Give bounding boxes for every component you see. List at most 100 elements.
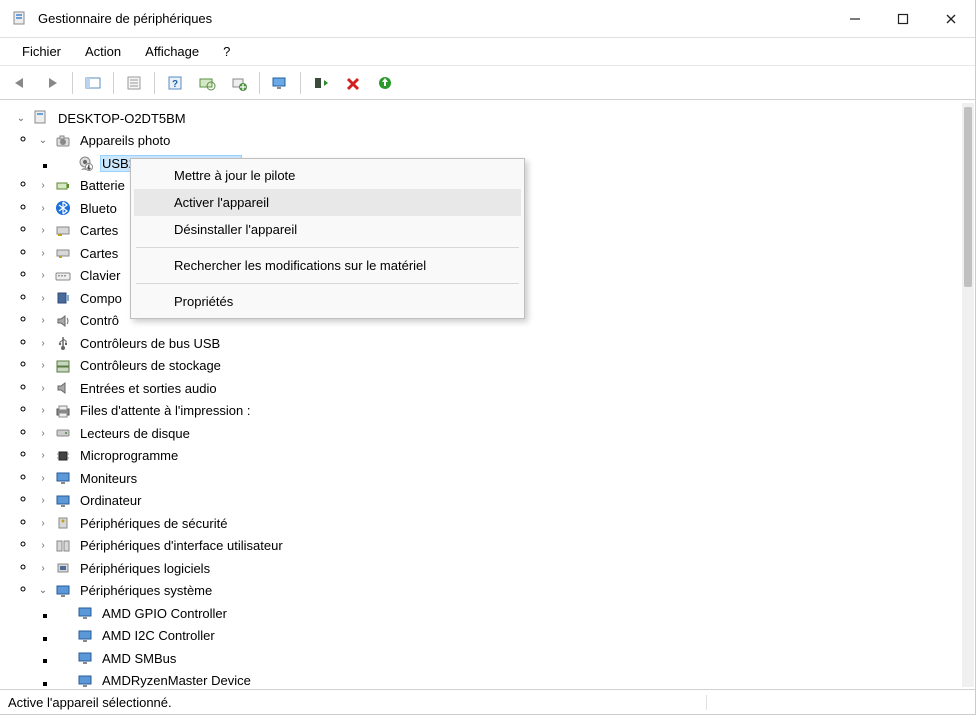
computer-node[interactable]: › Ordinateur (36, 490, 975, 513)
keyboard-icon (54, 267, 72, 285)
chevron-right-icon[interactable]: › (36, 516, 50, 530)
firmware-node[interactable]: › Microprogramme (36, 445, 975, 468)
chevron-down-icon[interactable]: ⌄ (14, 111, 28, 125)
storage-controllers-node[interactable]: › Contrôleurs de stockage (36, 355, 975, 378)
system-device-icon (76, 649, 94, 667)
system-device-item[interactable]: AMD SMBus (58, 647, 975, 670)
disk-drive-icon (54, 424, 72, 442)
update-driver-button[interactable] (225, 70, 253, 96)
speaker-icon (54, 312, 72, 330)
system-device-item[interactable]: AMD GPIO Controller (58, 602, 975, 625)
chevron-right-icon[interactable]: › (36, 471, 50, 485)
tree-pane: ⌄ DESKTOP-O2DT5BM ⌄ Appareils photo (0, 100, 975, 689)
bluetooth-icon (54, 199, 72, 217)
cm-uninstall-device[interactable]: Désinstaller l'appareil (134, 216, 521, 243)
window-controls (831, 0, 975, 37)
cameras-node[interactable]: ⌄ Appareils photo (36, 130, 975, 153)
statusbar: Active l'appareil sélectionné. (0, 689, 975, 714)
chevron-down-icon[interactable]: ⌄ (36, 134, 50, 148)
security-devices-node[interactable]: › Périphériques de sécurité (36, 512, 975, 535)
help-button[interactable]: ? (161, 70, 189, 96)
print-queues-node[interactable]: › Files d'attente à l'impression : (36, 400, 975, 423)
chevron-right-icon[interactable]: › (36, 179, 50, 193)
chevron-right-icon[interactable]: › (36, 269, 50, 283)
root-label: DESKTOP-O2DT5BM (56, 110, 188, 127)
cameras-label: Appareils photo (78, 132, 172, 149)
computer-button[interactable] (266, 70, 294, 96)
show-hide-console-button[interactable] (79, 70, 107, 96)
chevron-right-icon[interactable]: › (36, 539, 50, 553)
system-device-item[interactable]: AMD I2C Controller (58, 625, 975, 648)
chevron-right-icon[interactable]: › (36, 426, 50, 440)
chevron-right-icon[interactable]: › (36, 449, 50, 463)
menu-view[interactable]: Affichage (133, 40, 211, 63)
cm-enable-device[interactable]: Activer l'appareil (134, 189, 521, 216)
scan-hardware-button[interactable] (193, 70, 221, 96)
system-device-icon (76, 627, 94, 645)
chevron-right-icon[interactable]: › (36, 336, 50, 350)
titlebar: Gestionnaire de périphériques (0, 0, 975, 38)
system-device-icon (54, 582, 72, 600)
audio-io-node[interactable]: › Entrées et sorties audio (36, 377, 975, 400)
forward-button[interactable] (38, 70, 66, 96)
maximize-button[interactable] (879, 0, 927, 37)
disk-drives-node[interactable]: › Lecteurs de disque (36, 422, 975, 445)
menu-action[interactable]: Action (73, 40, 133, 63)
cm-update-driver[interactable]: Mettre à jour le pilote (134, 162, 521, 189)
properties-button[interactable] (120, 70, 148, 96)
scan-changes-button[interactable] (371, 70, 399, 96)
system-device-icon (76, 672, 94, 689)
menu-file[interactable]: Fichier (10, 40, 73, 63)
chevron-right-icon[interactable]: › (36, 246, 50, 260)
cm-scan-hardware[interactable]: Rechercher les modifications sur le maté… (134, 252, 521, 279)
chevron-down-icon[interactable]: ⌄ (36, 584, 50, 598)
chevron-right-icon[interactable]: › (36, 404, 50, 418)
menu-help[interactable]: ? (211, 40, 242, 63)
chevron-right-icon[interactable]: › (36, 561, 50, 575)
chevron-right-icon[interactable]: › (36, 494, 50, 508)
chevron-right-icon[interactable]: › (36, 381, 50, 395)
chevron-right-icon[interactable]: › (36, 201, 50, 215)
toolbar: ? (0, 66, 975, 100)
menubar: Fichier Action Affichage ? (0, 38, 975, 66)
system-device-item[interactable]: AMDRyzenMaster Device (58, 670, 975, 690)
printer-icon (54, 402, 72, 420)
chevron-right-icon[interactable]: › (36, 224, 50, 238)
close-button[interactable] (927, 0, 975, 37)
enable-device-button[interactable] (307, 70, 335, 96)
vertical-scrollbar[interactable] (962, 103, 974, 687)
status-text: Active l'appareil sélectionné. (8, 695, 707, 710)
battery-icon (54, 177, 72, 195)
system-devices-node[interactable]: ⌄ Périphériques système (36, 580, 975, 603)
cm-separator (136, 283, 519, 284)
chevron-right-icon[interactable]: › (36, 314, 50, 328)
uninstall-device-button[interactable] (339, 70, 367, 96)
software-device-icon (54, 559, 72, 577)
minimize-button[interactable] (831, 0, 879, 37)
monitor-icon (54, 492, 72, 510)
camera-icon (54, 132, 72, 150)
monitor-icon (54, 469, 72, 487)
cm-properties[interactable]: Propriétés (134, 288, 521, 315)
monitors-node[interactable]: › Moniteurs (36, 467, 975, 490)
window-title: Gestionnaire de périphériques (38, 11, 831, 26)
display-adapter-icon (54, 222, 72, 240)
back-button[interactable] (6, 70, 34, 96)
root-node[interactable]: ⌄ DESKTOP-O2DT5BM (14, 107, 975, 130)
usb-controllers-node[interactable]: › Contrôleurs de bus USB (36, 332, 975, 355)
software-devices-node[interactable]: › Périphériques logiciels (36, 557, 975, 580)
component-icon (54, 289, 72, 307)
system-device-icon (76, 604, 94, 622)
security-device-icon (54, 514, 72, 532)
chevron-right-icon[interactable]: › (36, 359, 50, 373)
usb-icon (54, 334, 72, 352)
chevron-right-icon[interactable]: › (36, 291, 50, 305)
app-icon (12, 11, 28, 27)
hid-node[interactable]: › Périphériques d'interface utilisateur (36, 535, 975, 558)
network-adapter-icon (54, 244, 72, 262)
scrollbar-thumb[interactable] (964, 107, 972, 287)
chip-icon (54, 447, 72, 465)
context-menu: Mettre à jour le pilote Activer l'appare… (130, 158, 525, 319)
computer-icon (32, 109, 50, 127)
storage-controller-icon (54, 357, 72, 375)
